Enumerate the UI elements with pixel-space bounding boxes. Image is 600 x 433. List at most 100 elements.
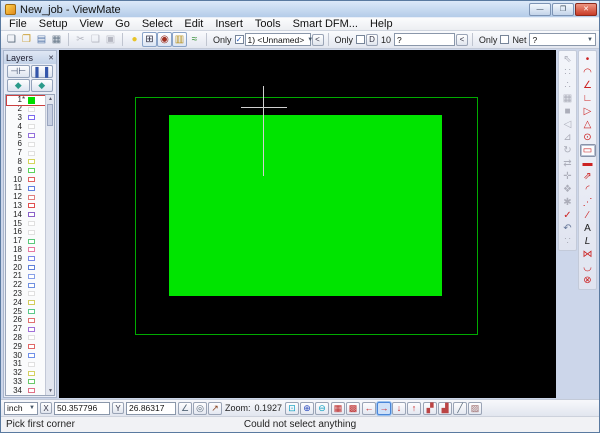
x-coordinate-input[interactable]: 50.357796 [54, 402, 110, 415]
zoom-in-button[interactable]: ⊕ [300, 402, 314, 415]
y-coordinate-button[interactable]: Y [112, 402, 124, 414]
layer-down-button[interactable]: ▟ [438, 402, 452, 415]
snap-grid-button[interactable]: ▨ [468, 402, 482, 415]
cut-icon[interactable]: ✂ [73, 32, 88, 47]
menu-smart-dfm[interactable]: Smart DFM... [287, 18, 364, 30]
layer-color-swatch[interactable] [28, 133, 35, 138]
pan-left-button[interactable]: ← [362, 402, 376, 415]
y-coordinate-input[interactable]: 26.86317 [126, 402, 176, 415]
layer-color-swatch[interactable] [28, 195, 35, 200]
menu-view[interactable]: View [73, 18, 109, 30]
x-coordinate-button[interactable]: X [40, 402, 52, 414]
layer-color-swatch[interactable] [28, 309, 35, 314]
circle-tool[interactable]: ⊙ [580, 131, 596, 144]
layer-align-button[interactable]: ⊣⊢ [7, 65, 30, 78]
pan-down-button[interactable]: ↓ [392, 402, 406, 415]
d-button[interactable]: D [366, 34, 378, 46]
layer-color-swatch[interactable] [28, 362, 35, 367]
layer-table-button[interactable]: ▌▐ [31, 65, 54, 78]
pad-tool[interactable]: • [580, 53, 596, 66]
d-prev-button[interactable]: < [456, 34, 468, 46]
block-fill-icon[interactable]: ■ [560, 105, 576, 118]
rotate-icon[interactable]: ↻ [560, 144, 576, 157]
outline-mode-toggle[interactable]: ⊞ [142, 32, 157, 47]
layer-color-swatch[interactable] [28, 177, 35, 182]
analyzer-icon[interactable]: ≈ [187, 32, 202, 47]
layer-color-swatch[interactable] [28, 97, 35, 104]
zoom-window-button[interactable]: ⊡ [285, 402, 299, 415]
triangle-tool[interactable]: △ [580, 118, 596, 131]
menu-select[interactable]: Select [136, 18, 179, 30]
layer-color-swatch[interactable] [28, 353, 35, 358]
vector-tool[interactable]: ⇗ [580, 170, 596, 183]
layer-color-button-1[interactable]: ◆ [7, 79, 30, 92]
redraw-button[interactable]: ▦ [331, 402, 345, 415]
layer-color-swatch[interactable] [28, 247, 35, 252]
block-icon[interactable]: ▦ [560, 92, 576, 105]
pad-mode-toggle[interactable]: ◉ [157, 32, 172, 47]
layer-color-swatch[interactable] [28, 283, 35, 288]
save-icon[interactable]: ▤ [34, 32, 49, 47]
close-icon[interactable]: ✕ [48, 54, 54, 62]
units-select[interactable]: inch ▼ [4, 402, 38, 415]
curve-tool[interactable]: ◜ [580, 183, 596, 196]
layer-color-swatch[interactable] [28, 344, 35, 349]
select-points-icon[interactable]: ∷ [560, 66, 576, 79]
new-icon[interactable]: ❏ [4, 32, 19, 47]
layers-scrollbar[interactable]: ▲ ▼ [45, 95, 54, 395]
layer-color-swatch[interactable] [28, 327, 35, 332]
angle-measure-icon[interactable]: ∠ [178, 402, 192, 415]
layer-color-swatch[interactable] [28, 291, 35, 296]
menu-help[interactable]: Help [364, 18, 399, 30]
layer-color-swatch[interactable] [28, 256, 35, 261]
hook-tool[interactable]: ◡ [580, 261, 596, 274]
layer-color-swatch[interactable] [28, 212, 35, 217]
swap-icon[interactable]: ⇄ [560, 157, 576, 170]
layer-color-swatch[interactable] [28, 371, 35, 376]
lamp-icon[interactable]: ● [127, 32, 142, 47]
scrollbar-thumb[interactable] [47, 104, 53, 126]
layer-color-swatch[interactable] [28, 221, 35, 226]
grid-button[interactable]: ▩ [346, 402, 360, 415]
array-icon[interactable]: ❖ [560, 183, 576, 196]
layer-color-swatch[interactable] [28, 168, 35, 173]
d-query-input[interactable]: ? [394, 33, 455, 46]
layer-color-swatch[interactable] [28, 107, 35, 112]
copy-icon[interactable]: ❑ [88, 32, 103, 47]
rectangle-tool[interactable]: ▭ [580, 144, 596, 157]
layer-color-swatch[interactable] [28, 265, 35, 270]
fill-mode-toggle[interactable]: ▥ [172, 32, 187, 47]
menu-file[interactable]: File [3, 18, 33, 30]
check-icon[interactable]: ✓ [560, 209, 576, 222]
open-icon[interactable]: ❐ [19, 32, 34, 47]
filled-rectangle-tool[interactable]: ▬ [580, 157, 596, 170]
menu-setup[interactable]: Setup [33, 18, 74, 30]
print-icon[interactable]: ▦ [49, 32, 64, 47]
layer-color-swatch[interactable] [28, 142, 35, 147]
layer-color-swatch[interactable] [28, 151, 35, 156]
pan-up-button[interactable]: ↑ [407, 402, 421, 415]
layer-color-swatch[interactable] [28, 379, 35, 384]
maximize-button[interactable]: ❐ [552, 3, 574, 16]
dcode-prev-button[interactable]: < [312, 34, 324, 46]
corner-tool[interactable]: ∟ [580, 92, 596, 105]
layer-color-swatch[interactable] [28, 318, 35, 323]
arc-tool[interactable]: ◠ [580, 66, 596, 79]
menu-insert[interactable]: Insert [209, 18, 249, 30]
dcode-select[interactable]: 1) <Unnamed> ▼ [245, 33, 311, 46]
mirror-horizontal-icon[interactable]: ⊿ [560, 131, 576, 144]
layer-color-swatch[interactable] [28, 335, 35, 340]
scroll-down-icon[interactable]: ▼ [46, 387, 55, 395]
origin-icon[interactable]: ◎ [193, 402, 207, 415]
mirror-vertical-icon[interactable]: ◁ [560, 118, 576, 131]
menu-tools[interactable]: Tools [249, 18, 287, 30]
zoom-out-button[interactable]: ⊖ [315, 402, 329, 415]
layer-color-swatch[interactable] [28, 274, 35, 279]
align-icon[interactable]: ✛ [560, 170, 576, 183]
jumper-tool[interactable]: ⋈ [580, 248, 596, 261]
pick-icon[interactable]: ↗ [208, 402, 222, 415]
snap-points-icon[interactable]: ∵ [560, 235, 576, 248]
polyline-tool[interactable]: ∠ [580, 79, 596, 92]
canvas[interactable] [59, 50, 556, 398]
undo-icon[interactable]: ↶ [560, 222, 576, 235]
